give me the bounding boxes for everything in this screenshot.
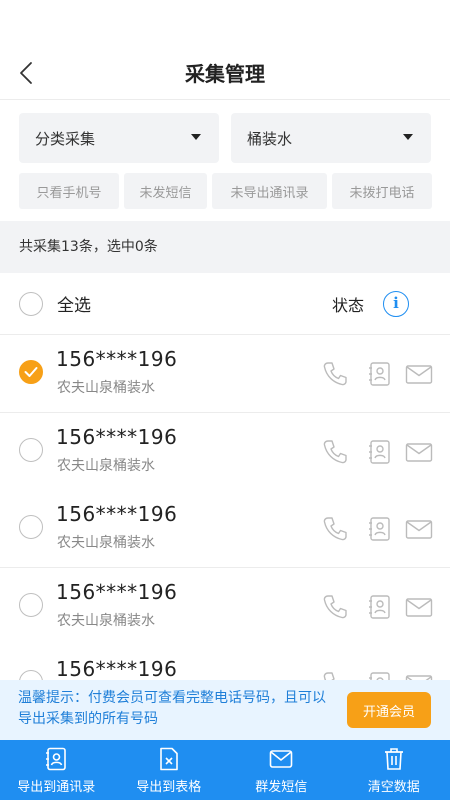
open-membership-button[interactable]: 开通会员 <box>347 692 431 728</box>
export-sheet-button[interactable]: 导出到表格 <box>113 740 226 800</box>
row-checkbox[interactable] <box>19 592 43 617</box>
category-dropdown[interactable]: 分类采集 <box>19 113 219 163</box>
phone-number: 156****196 <box>56 657 178 680</box>
filter-panel: 分类采集 桶装水 只看手机号 未发短信 未导出通讯录 未拨打电话 <box>0 101 450 221</box>
product-dropdown[interactable]: 桶装水 <box>231 113 431 163</box>
row-checkbox[interactable] <box>19 670 43 680</box>
select-all-label: 全选 <box>57 296 91 316</box>
header-bar: 采集管理 <box>0 0 450 100</box>
export-sheet-label: 导出到表格 <box>136 779 202 795</box>
bottom-toolbar: 导出到通讯录 导出到表格 群发短信 清空数据 <box>0 740 450 800</box>
envelope-icon[interactable] <box>404 437 434 467</box>
contact-book-icon <box>43 746 69 772</box>
chip-unsent-sms[interactable]: 未发短信 <box>124 173 207 209</box>
list-item[interactable]: 156****196 农夫山泉桶装水 <box>0 335 450 413</box>
collected-list: 156****196 农夫山泉桶装水 156****196 农夫山泉桶装水 156***… <box>0 335 450 680</box>
contact-card-icon[interactable] <box>364 359 394 389</box>
list-item[interactable]: 156****196 农夫山泉桶装水 <box>0 567 450 646</box>
list-item[interactable]: 156****196 农夫山泉桶装水 <box>0 490 450 568</box>
envelope-icon[interactable] <box>404 359 434 389</box>
status-label: 状态 <box>332 296 365 315</box>
list-item[interactable]: 156****196 农夫山泉桶装水 <box>0 412 450 491</box>
product-dropdown-value: 桶装水 <box>247 129 293 148</box>
row-checkbox[interactable] <box>19 437 43 462</box>
notice-banner: 温馨提示：付费会员可查看完整电话号码，且可以导出采集到的所有号码 开通会员 <box>0 680 450 740</box>
notice-text: 温馨提示：付费会员可查看完整电话号码，且可以导出采集到的所有号码 <box>18 690 326 727</box>
item-description: 农夫山泉桶装水 <box>57 457 155 474</box>
phone-number: 156****196 <box>56 347 178 371</box>
item-description: 农夫山泉桶装水 <box>57 535 155 551</box>
export-contacts-label: 导出到通讯录 <box>17 779 96 795</box>
caret-down-icon <box>191 134 201 140</box>
envelope-icon[interactable] <box>404 592 434 622</box>
caret-down-icon <box>403 134 413 140</box>
select-all-checkbox[interactable] <box>19 292 43 316</box>
contact-card-icon[interactable] <box>364 592 394 622</box>
item-description: 农夫山泉桶装水 <box>57 612 155 629</box>
clear-data-label: 清空数据 <box>367 779 420 795</box>
spreadsheet-icon <box>156 746 182 772</box>
phone-call-icon[interactable] <box>320 437 350 467</box>
envelope-icon[interactable] <box>404 669 434 680</box>
chip-not-called[interactable]: 未拨打电话 <box>332 173 432 209</box>
selection-summary: 共采集13条，选中0条 <box>0 221 450 273</box>
chip-not-exported[interactable]: 未导出通讯录 <box>212 173 327 209</box>
page-title: 采集管理 <box>185 62 265 86</box>
phone-number: 156****196 <box>56 579 178 604</box>
bulk-sms-label: 群发短信 <box>255 779 308 795</box>
phone-call-icon[interactable] <box>320 514 350 544</box>
row-checkbox[interactable] <box>19 360 43 384</box>
export-contacts-button[interactable]: 导出到通讯录 <box>0 740 113 800</box>
trash-icon <box>381 746 407 772</box>
item-description: 农夫山泉桶装水 <box>57 380 155 396</box>
select-all-row: 全选 状态 i <box>0 273 450 335</box>
contact-card-icon[interactable] <box>364 437 394 467</box>
phone-call-icon[interactable] <box>320 592 350 622</box>
contact-card-icon[interactable] <box>364 669 394 680</box>
info-icon[interactable]: i <box>383 291 409 317</box>
phone-number: 156****196 <box>56 424 178 449</box>
row-checkbox[interactable] <box>19 515 43 539</box>
contact-card-icon[interactable] <box>364 514 394 544</box>
clear-data-button[interactable]: 清空数据 <box>338 740 450 800</box>
phone-call-icon[interactable] <box>320 359 350 389</box>
list-item[interactable]: 156****196农夫山泉桶装水 <box>0 645 450 680</box>
envelope-icon <box>268 746 294 772</box>
category-dropdown-value: 分类采集 <box>35 129 96 148</box>
phone-number: 156****196 <box>56 502 178 526</box>
bulk-sms-button[interactable]: 群发短信 <box>225 740 338 800</box>
chip-phone-only[interactable]: 只看手机号 <box>19 173 119 209</box>
envelope-icon[interactable] <box>404 514 434 544</box>
phone-call-icon[interactable] <box>320 669 350 680</box>
